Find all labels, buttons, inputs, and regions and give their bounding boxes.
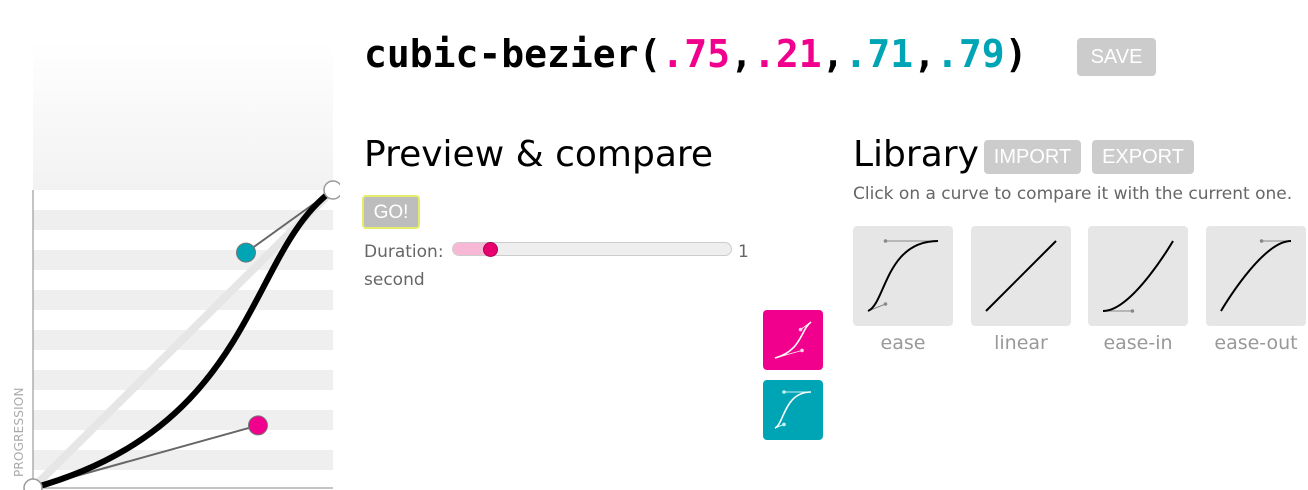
current-curve-icon bbox=[774, 321, 812, 359]
handle-dot bbox=[782, 390, 786, 394]
library-curve-linear[interactable] bbox=[971, 226, 1071, 326]
curve-editor[interactable]: PROGRESSION bbox=[0, 0, 340, 490]
linear-curve-icon bbox=[985, 240, 1057, 312]
grid-stripe bbox=[33, 250, 333, 270]
value-y2: .79 bbox=[936, 32, 1005, 76]
curve-path bbox=[985, 240, 1057, 312]
import-button[interactable]: IMPORT bbox=[984, 140, 1081, 174]
library-curve-ease-out[interactable] bbox=[1206, 226, 1306, 326]
save-button[interactable]: SAVE bbox=[1077, 38, 1156, 76]
library-curve-ease[interactable] bbox=[853, 226, 953, 326]
comma: , bbox=[821, 32, 845, 76]
preview-title: Preview & compare bbox=[364, 134, 714, 175]
comma: , bbox=[730, 32, 753, 76]
library-curve-label: linear bbox=[994, 332, 1048, 354]
library-curve-label: ease-in bbox=[1103, 332, 1173, 354]
go-button[interactable]: GO! bbox=[362, 195, 420, 229]
curve-path bbox=[867, 240, 939, 312]
grid-stripe bbox=[33, 210, 333, 230]
grid-stripe bbox=[33, 290, 333, 310]
library-curve-label: ease bbox=[880, 332, 926, 354]
ease-in-curve-icon bbox=[1102, 240, 1174, 313]
export-button[interactable]: EXPORT bbox=[1092, 140, 1194, 174]
value-x2: .71 bbox=[844, 32, 914, 76]
library-title: Library bbox=[853, 134, 979, 175]
curve-path bbox=[1220, 240, 1292, 312]
formula-prefix: cubic-bezier( bbox=[364, 32, 662, 76]
duration-value: 1 bbox=[738, 242, 749, 262]
duration-slider[interactable] bbox=[452, 242, 732, 257]
overflow-area bbox=[33, 40, 333, 190]
compare-curve-icon bbox=[774, 390, 812, 429]
end-point bbox=[323, 180, 340, 200]
value-y1: .21 bbox=[752, 32, 822, 76]
ease-curve-icon bbox=[867, 239, 939, 312]
formula-suffix: ) bbox=[1004, 32, 1028, 76]
handle-dot bbox=[800, 348, 804, 353]
progression-axis-label: PROGRESSION bbox=[12, 387, 26, 477]
duration-unit: second bbox=[364, 270, 425, 290]
handle-dot bbox=[782, 422, 786, 427]
bezier-formula: cubic-bezier(.75,.21,.71,.79) bbox=[364, 30, 1028, 78]
handle-dot bbox=[1259, 239, 1264, 243]
handle-dot bbox=[798, 327, 803, 332]
compare-curve-preview-tile[interactable] bbox=[763, 380, 823, 440]
current-curve-preview-tile[interactable] bbox=[763, 310, 823, 370]
library-description: Click on a curve to compare it with the … bbox=[853, 184, 1293, 204]
duration-label: Duration: bbox=[364, 242, 444, 262]
ease-out-curve-icon bbox=[1220, 239, 1292, 312]
control-point-2-handle[interactable] bbox=[236, 242, 256, 263]
value-x1: .75 bbox=[661, 32, 731, 76]
grid-stripe bbox=[33, 450, 333, 470]
handle-dot bbox=[883, 239, 888, 243]
handle-dot bbox=[1130, 309, 1135, 313]
grid-stripe bbox=[33, 370, 333, 390]
library-curve-ease-in[interactable] bbox=[1088, 226, 1188, 326]
curve-path bbox=[1102, 240, 1174, 312]
curve-editor-canvas[interactable] bbox=[0, 0, 340, 490]
curve-path bbox=[774, 391, 812, 429]
grid-stripe bbox=[33, 410, 333, 430]
duration-slider-knob[interactable] bbox=[483, 242, 499, 257]
control-point-1-handle[interactable] bbox=[248, 415, 268, 436]
comma: , bbox=[913, 32, 937, 76]
library-curve-label: ease-out bbox=[1214, 332, 1298, 354]
handle-dot bbox=[883, 302, 888, 306]
